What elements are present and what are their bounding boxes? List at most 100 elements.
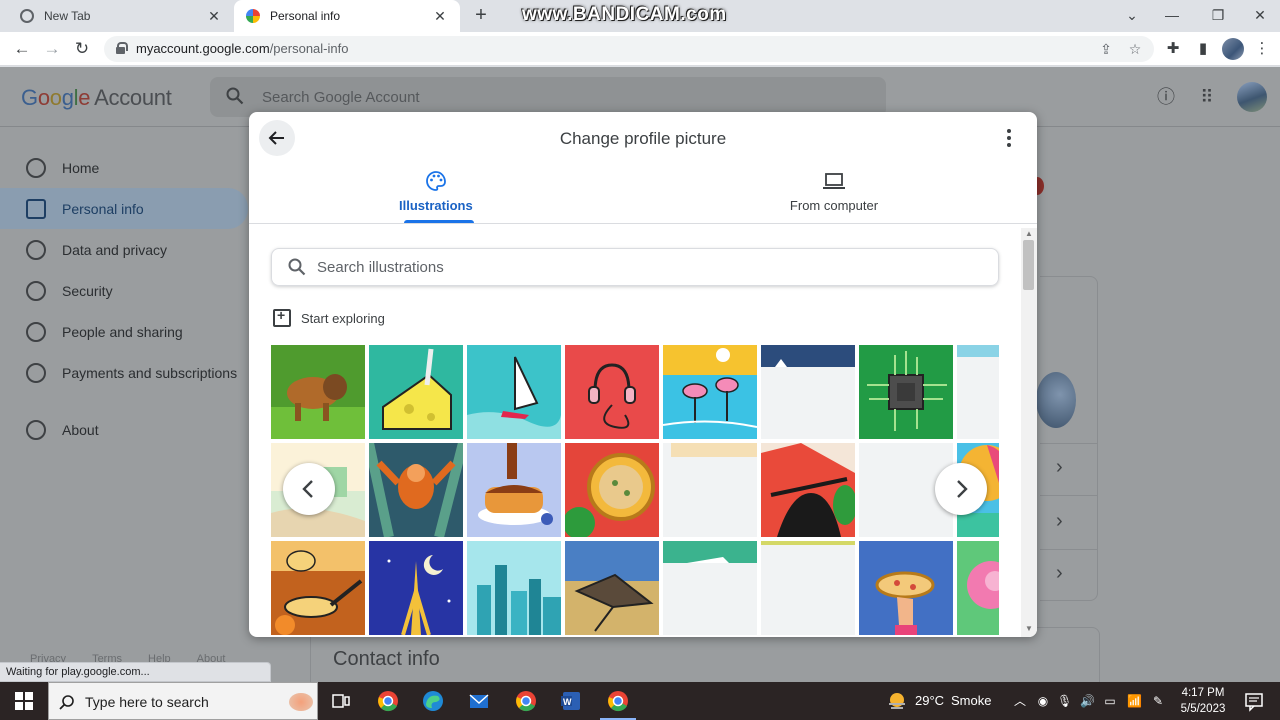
sidebar-item-personal-info[interactable]: Personal info xyxy=(0,188,248,229)
illustration-flamingos[interactable] xyxy=(663,345,757,439)
illustration-flower[interactable] xyxy=(957,541,999,635)
weather-temperature[interactable]: 29°C xyxy=(915,693,944,708)
task-view-icon[interactable] xyxy=(330,690,352,712)
scroll-up-icon[interactable]: ▲ xyxy=(1025,229,1033,238)
tab-divider xyxy=(249,223,1037,224)
close-tab-icon[interactable]: ✕ xyxy=(432,8,448,25)
illustration-orangutan[interactable] xyxy=(369,443,463,537)
extensions-puzzle-icon[interactable]: ✚ xyxy=(1163,39,1183,59)
location-icon[interactable]: ◉ xyxy=(1036,694,1050,708)
change-profile-picture-dialog: Change profile picture Illustrations Fro… xyxy=(249,112,1037,637)
sidebar-item-security[interactable]: Security xyxy=(0,270,248,311)
pen-icon[interactable]: ✎ xyxy=(1151,694,1165,708)
apps-grid-icon[interactable]: ⠿ xyxy=(1195,85,1219,109)
carousel-prev-button[interactable] xyxy=(283,463,335,515)
weather-description[interactable]: Smoke xyxy=(951,693,991,708)
illustration-loading-2[interactable] xyxy=(957,345,999,439)
illustration-cheese[interactable] xyxy=(369,345,463,439)
account-search-input[interactable]: Search Google Account xyxy=(210,77,886,117)
new-tab-button[interactable]: + xyxy=(470,4,492,26)
tab-label: Illustrations xyxy=(399,198,473,213)
sidebar-item-home[interactable]: Home xyxy=(0,147,248,188)
illustration-headphones[interactable] xyxy=(565,345,659,439)
illustration-trombone[interactable] xyxy=(761,443,855,537)
clock-time: 4:17 PM xyxy=(1181,687,1225,699)
notifications-icon[interactable] xyxy=(1243,690,1265,712)
back-icon[interactable]: ← xyxy=(10,37,34,61)
system-clock[interactable]: 4:17 PM 5/5/2023 xyxy=(1176,685,1230,717)
reload-icon[interactable]: ↻ xyxy=(70,37,94,61)
tab-title: New Tab xyxy=(44,9,91,23)
illustration-loading-3[interactable] xyxy=(663,443,757,537)
microphone-icon[interactable]: 🎙 xyxy=(1057,694,1072,708)
chrome-taskbar-icon[interactable] xyxy=(377,690,399,712)
address-bar[interactable]: myaccount.google.com/personal-info ⇪ ☆ xyxy=(104,36,1154,62)
carousel-next-button[interactable] xyxy=(935,463,987,515)
search-icon xyxy=(59,695,74,710)
sidebar-item-payments[interactable]: Payments and subscriptions xyxy=(0,352,248,393)
scrollbar-thumb[interactable] xyxy=(1023,240,1034,290)
tab-new-tab[interactable]: New Tab ✕ xyxy=(8,0,234,32)
illustration-pizza-hand[interactable] xyxy=(859,541,953,635)
profile-avatar-icon[interactable] xyxy=(1222,38,1244,60)
close-window-button[interactable]: ✕ xyxy=(1240,4,1280,26)
help-icon[interactable]: ⓘ xyxy=(1154,85,1178,109)
more-options-icon[interactable] xyxy=(997,126,1021,150)
browser-toolbar: ← → ↻ myaccount.google.com/personal-info… xyxy=(0,32,1280,66)
windows-taskbar: Type here to search W 29°C Smoke ︿ ◉ 🎙 🔊… xyxy=(0,682,1280,720)
lock-icon[interactable] xyxy=(116,42,128,54)
chrome-taskbar-icon[interactable] xyxy=(515,690,537,712)
palette-icon xyxy=(425,171,446,191)
tab-from-computer[interactable]: From computer xyxy=(779,170,889,224)
sidebar-item-about[interactable]: About xyxy=(0,409,248,450)
forward-icon[interactable]: → xyxy=(40,37,64,61)
edge-taskbar-icon[interactable] xyxy=(422,690,444,712)
battery-icon[interactable]: ▭ xyxy=(1103,694,1117,708)
illustration-stingray[interactable] xyxy=(565,541,659,635)
taskbar-search-input[interactable]: Type here to search xyxy=(48,682,318,720)
chrome-taskbar-icon-active[interactable] xyxy=(607,690,629,712)
mail-taskbar-icon[interactable] xyxy=(468,690,490,712)
illustration-skyline[interactable] xyxy=(467,541,561,635)
volume-icon[interactable]: 🔊 xyxy=(1080,694,1095,708)
google-account-logo[interactable]: Google Account xyxy=(21,85,172,111)
profile-photo-backdrop xyxy=(1036,372,1076,428)
share-icon[interactable]: ⇪ xyxy=(1097,40,1115,58)
id-card-icon xyxy=(26,198,46,219)
illustration-loading-1[interactable] xyxy=(761,345,855,439)
bookmark-star-icon[interactable]: ☆ xyxy=(1126,40,1144,58)
scroll-down-icon[interactable]: ▼ xyxy=(1025,624,1033,633)
illustration-microchip[interactable] xyxy=(859,345,953,439)
close-tab-icon[interactable]: ✕ xyxy=(206,8,222,25)
illustration-bison[interactable] xyxy=(271,345,365,439)
tray-overflow-chevron-icon[interactable]: ︿ xyxy=(1013,694,1027,708)
side-panel-icon[interactable]: ▮ xyxy=(1193,39,1213,59)
illustration-windsurfer[interactable] xyxy=(467,345,561,439)
word-taskbar-icon[interactable]: W xyxy=(560,690,582,712)
chevron-right-icon: › xyxy=(1056,562,1063,584)
tab-illustrations[interactable]: Illustrations xyxy=(399,170,473,224)
illustration-search-input[interactable]: Search illustrations xyxy=(271,248,999,286)
illustration-pie[interactable] xyxy=(565,443,659,537)
chevron-right-icon: › xyxy=(1056,456,1063,478)
illustration-chips[interactable] xyxy=(271,541,365,635)
contact-info-heading: Contact info xyxy=(333,648,440,670)
account-avatar[interactable] xyxy=(1237,82,1267,112)
wifi-icon[interactable]: 📶 xyxy=(1127,694,1142,708)
tab-search-icon[interactable]: ⌄ xyxy=(1112,4,1152,26)
maximize-button[interactable]: ❐ xyxy=(1198,4,1238,26)
illustration-loading-5[interactable] xyxy=(663,541,757,635)
illustration-eiffel-tower[interactable] xyxy=(369,541,463,635)
search-placeholder: Type here to search xyxy=(85,694,209,710)
illustration-pancakes[interactable] xyxy=(467,443,561,537)
illustration-grid xyxy=(271,345,999,637)
windows-start-icon[interactable] xyxy=(15,692,33,710)
sidebar-item-people-sharing[interactable]: People and sharing xyxy=(0,311,248,352)
tab-personal-info[interactable]: Personal info ✕ xyxy=(234,0,460,32)
weather-sun-icon[interactable] xyxy=(886,690,908,712)
illustration-loading-6[interactable] xyxy=(761,541,855,635)
sidebar-item-data-privacy[interactable]: Data and privacy xyxy=(0,229,248,270)
chrome-menu-icon[interactable]: ⋮ xyxy=(1252,39,1272,59)
minimize-button[interactable]: — xyxy=(1152,4,1192,26)
browser-tab-strip: New Tab ✕ Personal info ✕ + www.BANDICAM… xyxy=(0,0,1280,32)
